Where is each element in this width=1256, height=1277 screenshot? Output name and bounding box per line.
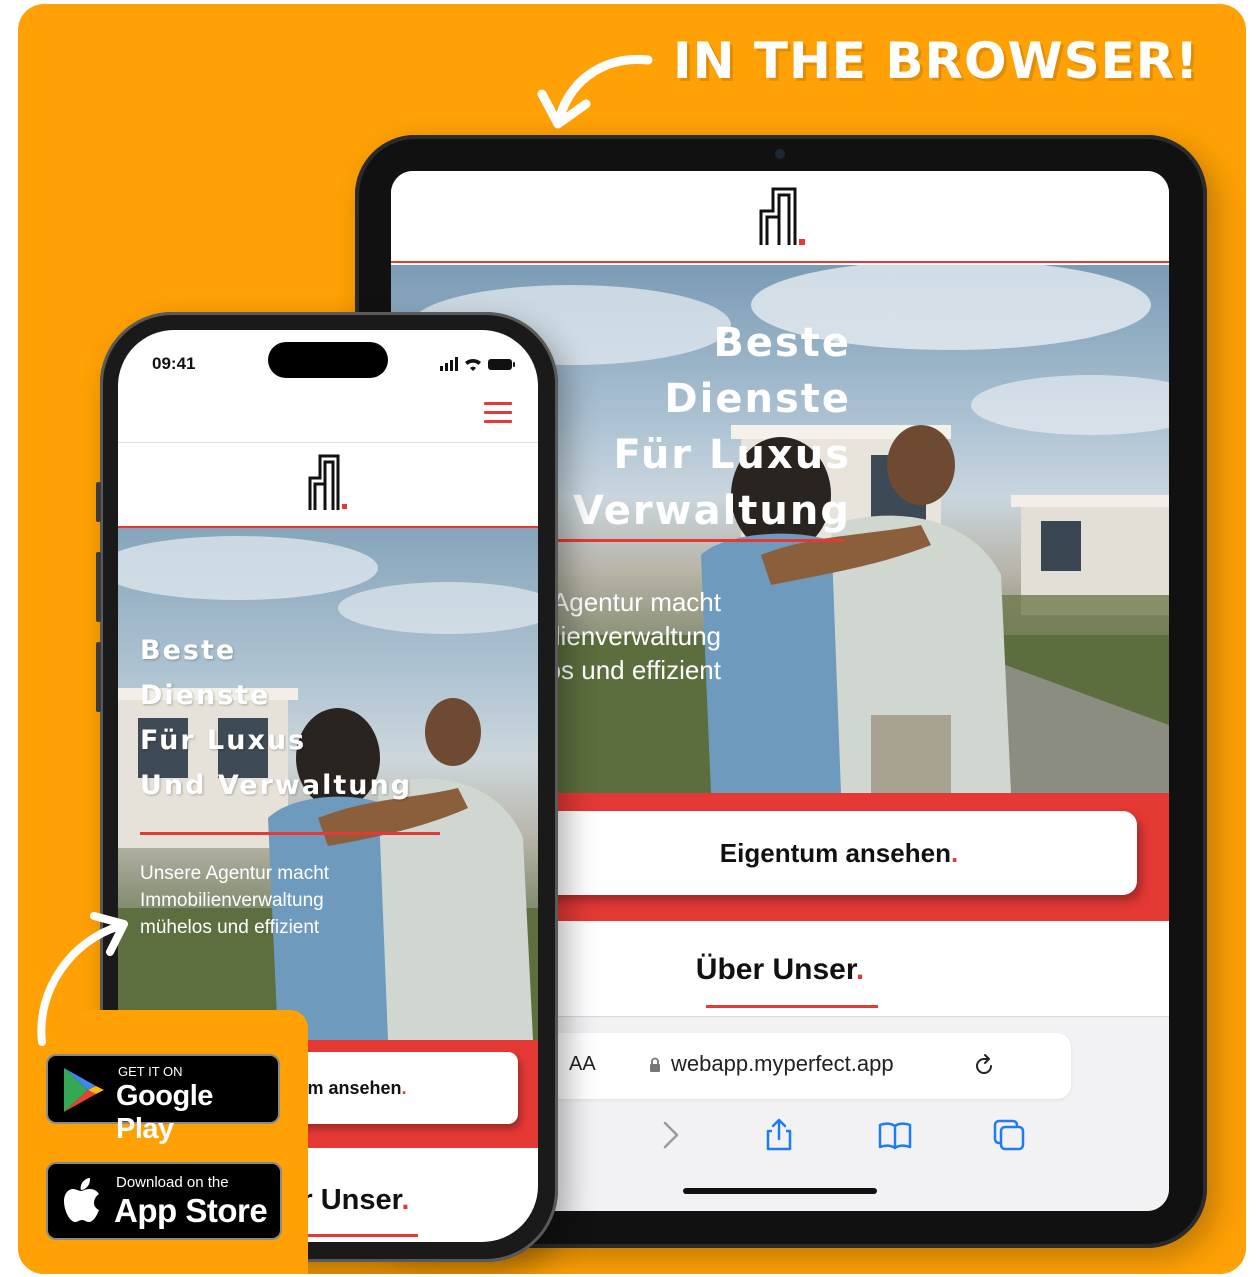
hero-subtitle-line: Immobilienverwaltung (140, 890, 324, 911)
header-divider (118, 442, 538, 443)
dynamic-island (268, 342, 388, 378)
text-size-button[interactable]: AA (569, 1053, 596, 1076)
hamburger-menu-icon[interactable] (484, 402, 514, 428)
cta-dot: . (401, 1077, 407, 1098)
curved-arrow-icon (537, 55, 653, 129)
view-property-button[interactable]: Eigentum ansehen. (541, 811, 1137, 895)
hero-subtitle-line: mühelos und effizient (140, 917, 320, 938)
app-store-badge[interactable]: Download on the App Store (46, 1162, 282, 1240)
cta-dot: . (950, 837, 959, 868)
hero-title-line: Für Luxus (140, 725, 307, 756)
app-store-big-label: App Store (114, 1192, 268, 1229)
google-play-icon (64, 1068, 104, 1112)
wifi-icon (465, 358, 481, 371)
reload-icon[interactable] (971, 1053, 997, 1079)
status-time: 09:41 (152, 354, 196, 373)
hero-subtitle-line: Unsere Agentur macht (140, 863, 330, 884)
hero-underline (140, 832, 440, 835)
cta-label: Eigentum ansehen (719, 837, 951, 868)
app-store-small-label: Download on the (116, 1174, 229, 1191)
camera-dot (775, 149, 785, 159)
building-logo-icon[interactable] (304, 450, 354, 514)
hero-title-line: Beste (140, 635, 237, 666)
promo-card: IN THE BROWSER! Beste Dienste Für Luxus … (18, 4, 1246, 1274)
hero-title: Beste Dienste Für Luxus Und Verwaltung (140, 628, 538, 808)
apple-icon (64, 1178, 99, 1222)
site-header (391, 171, 1169, 263)
hero-subtitle: Unsere Agentur macht Immobilienverwaltun… (140, 860, 440, 941)
hero-title-line: Und Verwaltung (140, 770, 413, 801)
forward-icon[interactable] (653, 1117, 689, 1153)
google-play-big-label: Google Play (116, 1080, 213, 1145)
volume-up-button (96, 552, 101, 622)
google-play-badge[interactable]: GET IT ON Google Play (46, 1054, 280, 1145)
url-text[interactable]: webapp.myperfect.app (671, 1051, 894, 1077)
building-logo-icon[interactable] (753, 183, 813, 249)
hero-title-line: Dienste (140, 680, 271, 711)
share-icon[interactable] (761, 1117, 797, 1153)
hero-section: Beste Dienste Für Luxus Und Verwaltung U… (118, 528, 538, 1040)
about-dot: . (401, 1184, 410, 1216)
bookmarks-icon[interactable] (877, 1117, 913, 1153)
curved-arrow-icon (37, 912, 128, 1046)
lock-icon (650, 1057, 660, 1072)
address-bar[interactable]: AA webapp.myperfect.app (541, 1033, 1071, 1099)
hero-underline (546, 539, 844, 542)
mute-switch (96, 482, 101, 522)
google-play-small-label: GET IT ON (118, 1064, 183, 1079)
volume-down-button (96, 642, 101, 712)
status-icons (440, 357, 515, 371)
battery-icon (488, 359, 515, 370)
about-dot: . (855, 953, 865, 986)
tabs-icon[interactable] (991, 1117, 1027, 1153)
about-underline (706, 1005, 878, 1008)
signal-icon (440, 357, 458, 371)
promo-headline: IN THE BROWSER! (673, 32, 1200, 90)
home-indicator (683, 1188, 877, 1194)
about-label: Über Unser (695, 953, 856, 986)
